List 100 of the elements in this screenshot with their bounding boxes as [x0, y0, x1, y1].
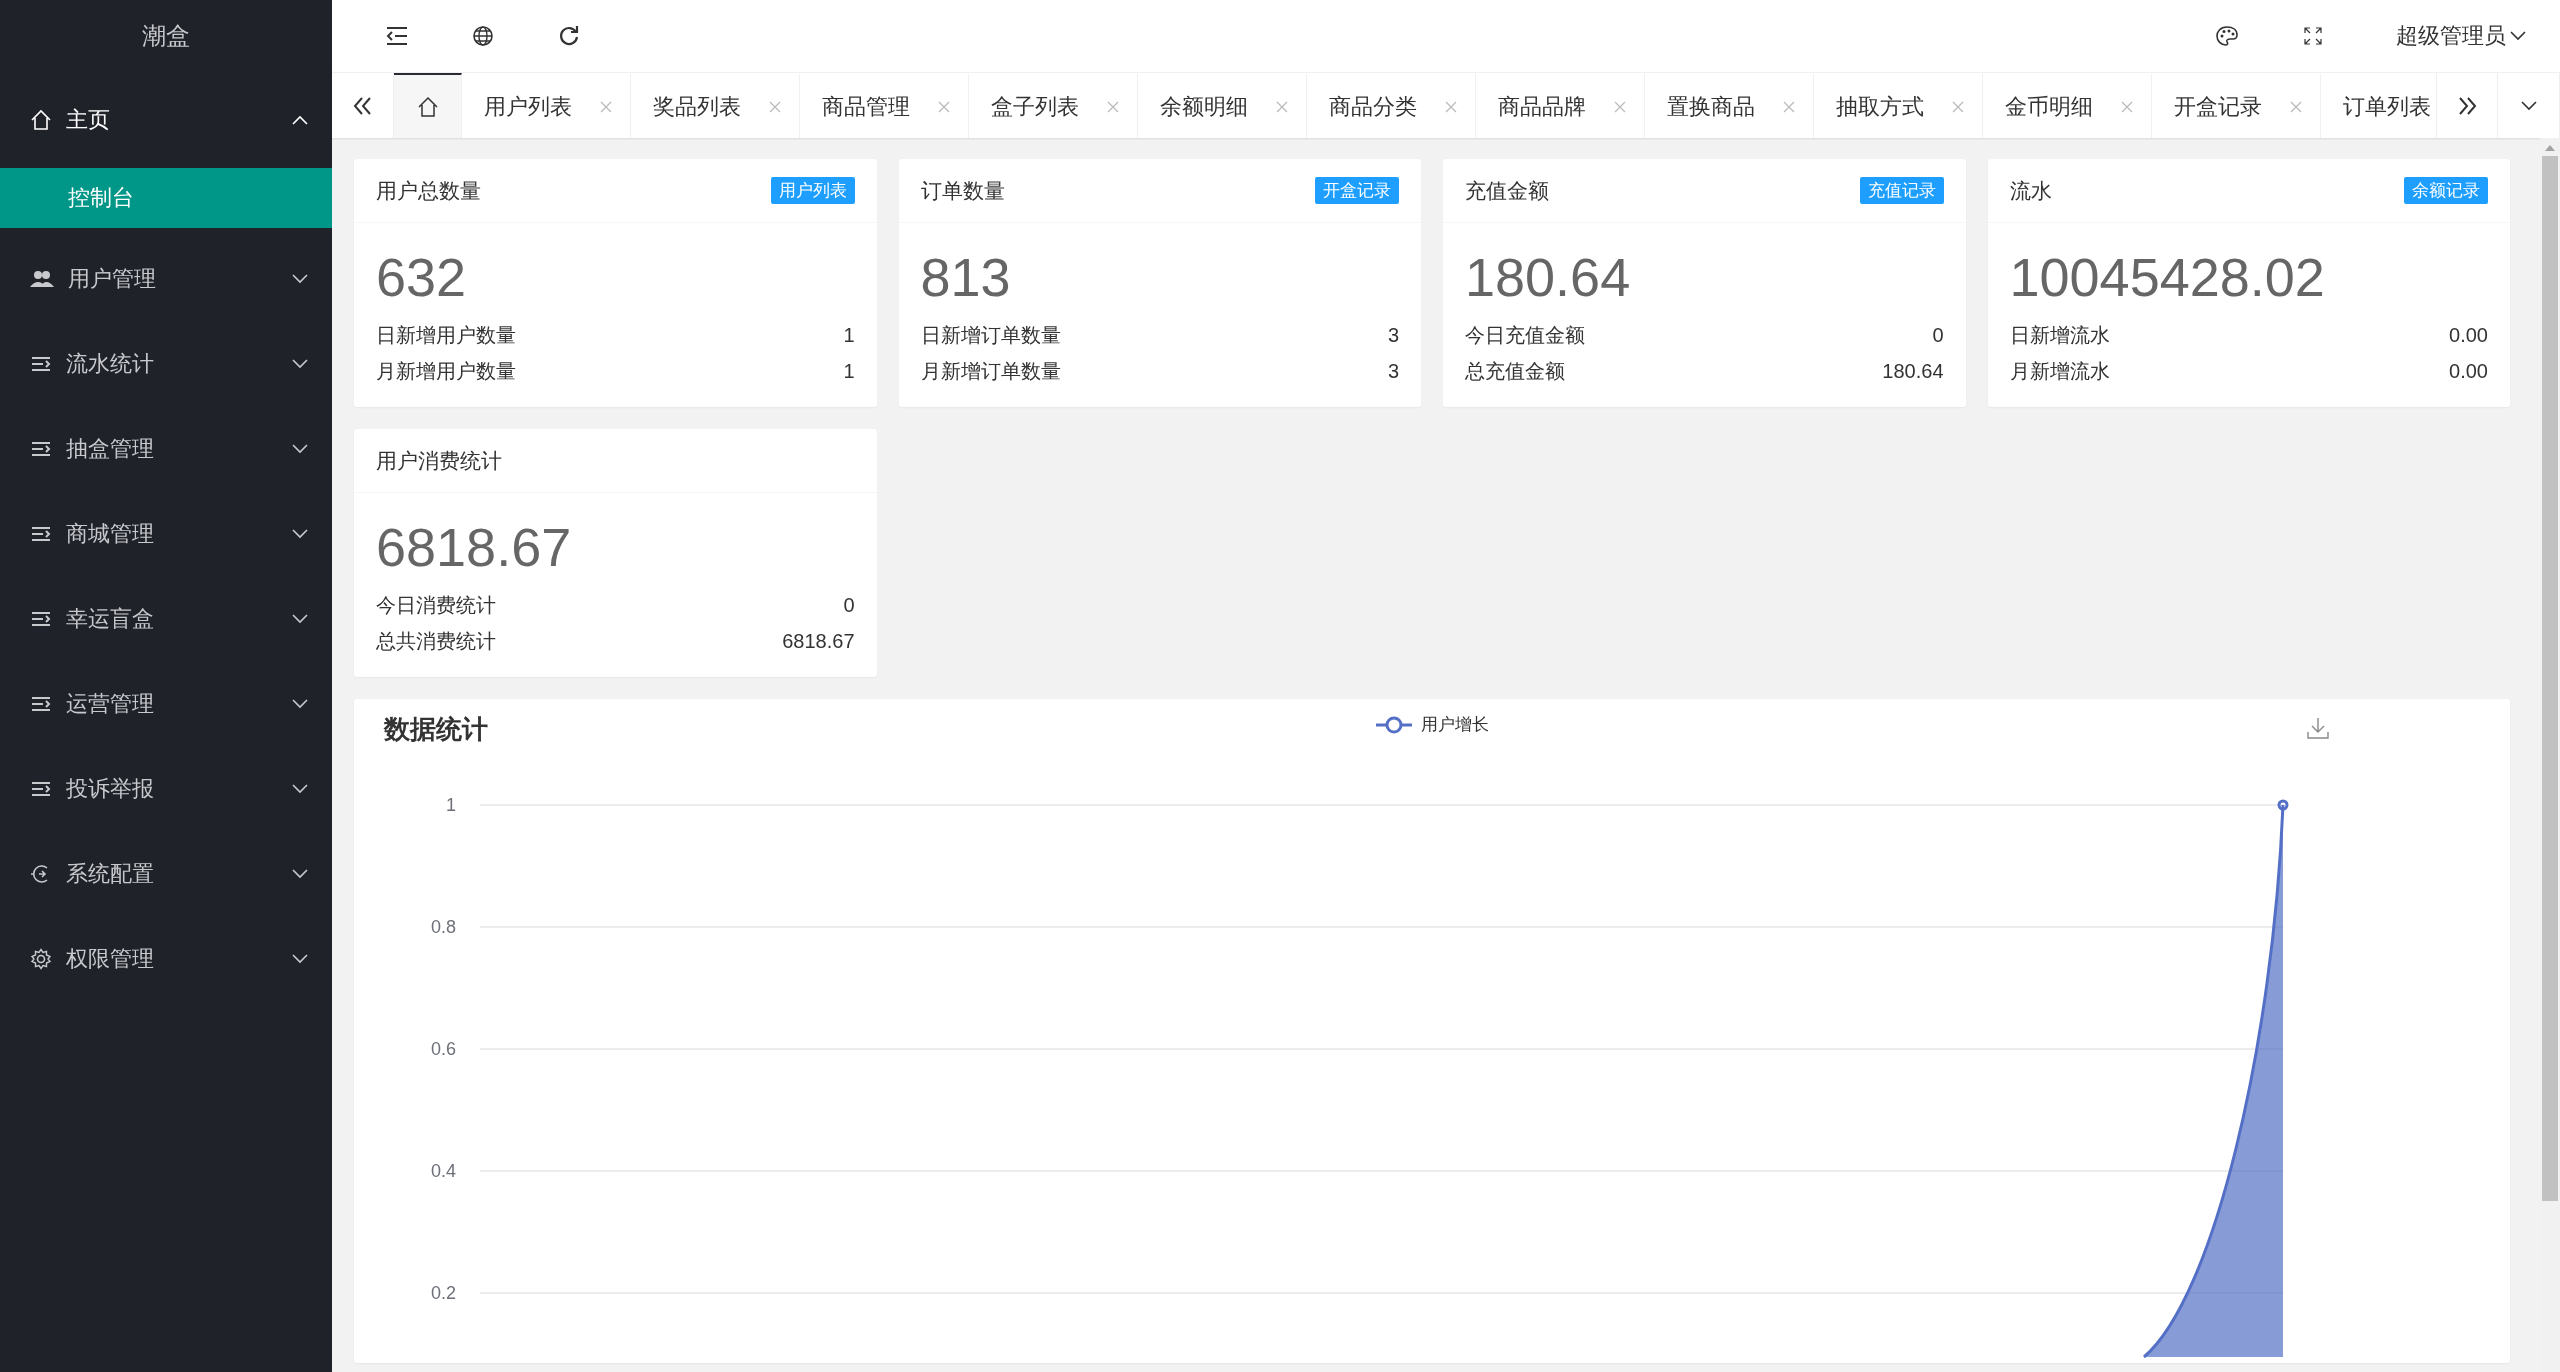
app-logo-text: 潮盒 [141, 21, 191, 51]
list-icon [30, 694, 52, 713]
list-icon [30, 354, 52, 373]
stat-number: 0 [843, 593, 855, 618]
page-tab[interactable]: 商品品牌 [1476, 73, 1645, 138]
list-icon [30, 609, 52, 628]
card-title: 充值金额 [1465, 177, 1549, 204]
close-icon[interactable] [1107, 100, 1119, 113]
card-title: 订单数量 [920, 177, 1005, 204]
chevron-up-icon [292, 115, 308, 125]
stat-number: 1 [843, 359, 855, 384]
page-tab[interactable]: 抽取方式 [1814, 73, 1983, 138]
legend-label: 用户增长 [1421, 714, 1489, 736]
sidebar-item[interactable]: 系统配置 [0, 831, 332, 916]
chevron-down-icon [292, 613, 308, 624]
scroll-left-icon[interactable] [332, 73, 394, 138]
page-tab[interactable]: 盒子列表 [969, 73, 1138, 138]
scroll-up-icon[interactable] [2544, 144, 2556, 152]
close-icon[interactable] [1952, 100, 1964, 113]
stat-number: 0.00 [2449, 323, 2488, 348]
list-icon [30, 779, 52, 798]
close-icon[interactable] [2290, 100, 2302, 113]
close-icon[interactable] [1614, 100, 1626, 113]
y-tick-label: 0.6 [430, 1039, 456, 1059]
sidebar-item[interactable]: 主页 [0, 72, 332, 168]
list-icon [30, 439, 52, 458]
stat-label: 日新增用户数量 [376, 323, 516, 348]
home-icon [416, 95, 439, 118]
page-tab[interactable]: 订单列表 [2321, 73, 2436, 138]
user-menu[interactable]: 超级管理员 [2356, 0, 2560, 72]
sidebar-item[interactable]: 投诉举报 [0, 746, 332, 831]
data-point [2277, 799, 2289, 811]
stat-number: 6818.67 [782, 629, 855, 654]
stat-label: 总共消费统计 [376, 629, 496, 654]
stat-value: 6818.67 [376, 516, 573, 579]
stat-label: 月新增订单数量 [920, 359, 1061, 384]
sidebar-item[interactable]: 权限管理 [0, 916, 332, 1001]
stat-value: 813 [920, 246, 1012, 309]
stat-label: 日新增订单数量 [920, 323, 1061, 348]
y-tick-label: 0.2 [430, 1283, 456, 1303]
stat-label: 今日充值金额 [1465, 323, 1585, 348]
stat-label: 月新增流水 [2009, 359, 2110, 384]
stat-number: 3 [1387, 359, 1399, 384]
close-icon[interactable] [1783, 100, 1795, 113]
chevron-down-icon [292, 273, 308, 284]
y-tick-label: 0.4 [430, 1161, 456, 1181]
page-tab[interactable]: 余额明细 [1138, 73, 1307, 138]
stat-label: 日新增流水 [2009, 323, 2110, 348]
chevron-down-icon [292, 953, 308, 964]
close-icon[interactable] [600, 100, 612, 113]
chevron-down-icon [292, 783, 308, 794]
chart-title: 数据统计 [384, 712, 488, 746]
chevron-down-icon [292, 698, 308, 709]
page-tab[interactable]: 金币明细 [1983, 73, 2152, 138]
stat-number: 180.64 [1882, 359, 1944, 384]
sidebar-item[interactable]: 运营管理 [0, 661, 332, 746]
page-tab[interactable]: 开盒记录 [2152, 73, 2321, 138]
sidebar-item[interactable]: 流水统计 [0, 321, 332, 406]
stat-label: 总充值金额 [1465, 359, 1565, 384]
page-tab[interactable]: 商品管理 [800, 73, 969, 138]
stat-value: 632 [376, 246, 468, 309]
stat-number: 0.00 [2449, 359, 2488, 384]
gear-icon [30, 947, 52, 970]
close-icon[interactable] [2121, 100, 2133, 113]
stat-value: 10045428.02 [2009, 246, 2326, 309]
card-title: 用户总数量 [376, 177, 481, 204]
users-icon [30, 268, 54, 289]
stat-number: 0 [1932, 323, 1944, 348]
scroll-right-icon[interactable] [2436, 73, 2498, 138]
chevron-down-icon [2520, 100, 2537, 111]
sidebar-item[interactable]: 商城管理 [0, 491, 332, 576]
chevron-down-icon [292, 528, 308, 539]
sidebar-item[interactable]: 抽盒管理 [0, 406, 332, 491]
sidebar-item[interactable]: 幸运盲盒 [0, 576, 332, 661]
close-icon[interactable] [1445, 100, 1457, 113]
page-tab[interactable]: 商品分类 [1307, 73, 1476, 138]
sidebar-item[interactable]: 用户管理 [0, 236, 332, 321]
page-tab[interactable]: 奖品列表 [631, 73, 800, 138]
stat-label: 今日消费统计 [376, 593, 496, 618]
close-icon[interactable] [1276, 100, 1288, 113]
stat-label: 月新增用户数量 [376, 359, 516, 384]
home-tab[interactable] [394, 73, 462, 138]
chevron-down-icon [292, 443, 308, 454]
page-tab[interactable]: 置换商品 [1645, 73, 1814, 138]
card-title: 用户消费统计 [376, 447, 502, 474]
y-tick-label: 0.8 [430, 917, 456, 937]
card-title: 流水 [2009, 177, 2052, 204]
y-tick-label: 1 [446, 795, 456, 815]
close-icon[interactable] [769, 100, 781, 113]
home-icon [30, 109, 52, 131]
list-icon [30, 524, 52, 543]
stat-number: 3 [1387, 323, 1399, 348]
legend-line-icon[interactable] [1375, 715, 1413, 734]
sidebar-subitem[interactable]: 控制台 [0, 168, 332, 228]
chevron-down-icon [292, 358, 308, 369]
chevron-down-icon [292, 868, 308, 879]
page-tab[interactable]: 用户列表 [462, 73, 631, 138]
close-icon[interactable] [938, 100, 950, 113]
stat-number: 1 [843, 323, 855, 348]
chevron-down-icon [2510, 31, 2526, 41]
